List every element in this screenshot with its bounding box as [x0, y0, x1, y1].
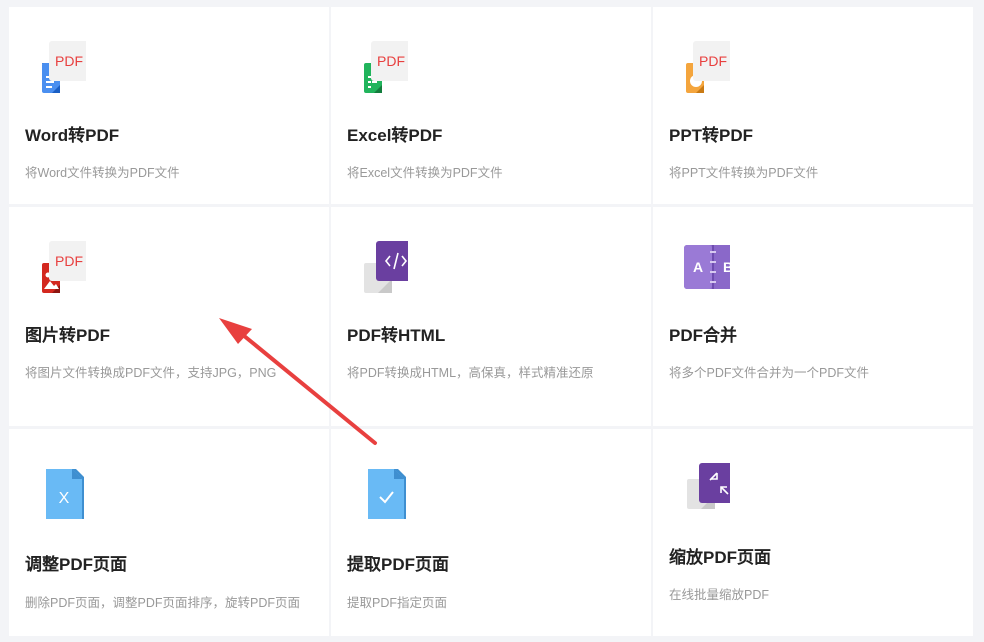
tool-card-pdf-merge[interactable]: A B PDF合并 将多个PDF文件合并为一个PDF文件: [653, 207, 973, 426]
excel-to-pdf-icon: PDF: [348, 41, 411, 101]
extract-pdf-pages-icon: [348, 465, 408, 525]
tool-title: PDF合并: [669, 326, 737, 345]
tool-card-image-to-pdf[interactable]: PDF 图片转PDF 将图片文件转换成PDF文件，支持JPG，PNG: [9, 207, 329, 426]
tool-title: 缩放PDF页面: [669, 548, 771, 567]
letter-b: B: [723, 259, 730, 275]
tool-description: 提取PDF指定页面: [347, 596, 448, 610]
ppt-to-pdf-icon: PDF: [670, 41, 733, 101]
tool-description: 删除PDF页面，调整PDF页面排序，旋转PDF页面: [25, 596, 301, 610]
pdf-badge-text: PDF: [377, 53, 405, 69]
tool-title: PPT转PDF: [669, 126, 754, 145]
word-to-pdf-icon: PDF: [26, 41, 89, 101]
letter-x: X: [59, 490, 70, 507]
tool-description: 在线批量缩放PDF: [669, 588, 770, 602]
tool-title: Excel转PDF: [347, 126, 443, 145]
tool-title: 图片转PDF: [25, 326, 110, 345]
tool-description: 将Word文件转换为PDF文件: [25, 166, 180, 180]
tool-card-pdf-to-html[interactable]: PDF转HTML 将PDF转换成HTML，高保真，样式精准还原: [331, 207, 651, 426]
tool-card-extract-pdf-pages[interactable]: 提取PDF页面 提取PDF指定页面: [331, 429, 651, 636]
pdf-badge-text: PDF: [55, 253, 83, 269]
pdf-badge-text: PDF: [55, 53, 83, 69]
tool-title: 提取PDF页面: [347, 555, 449, 574]
tool-description: 将图片文件转换成PDF文件，支持JPG，PNG: [25, 366, 277, 380]
tool-title: 调整PDF页面: [25, 555, 127, 574]
tool-card-adjust-pdf-pages[interactable]: X 调整PDF页面 删除PDF页面，调整PDF页面排序，旋转PDF页面: [9, 429, 329, 636]
tool-card-word-to-pdf[interactable]: PDF Word转PDF 将Word文件转换为PDF文件: [9, 7, 329, 204]
tool-description: 将PPT文件转换为PDF文件: [669, 166, 819, 180]
tool-title: Word转PDF: [25, 126, 120, 145]
letter-a: A: [693, 259, 703, 275]
tool-title: PDF转HTML: [347, 326, 446, 345]
pdf-badge-text: PDF: [699, 53, 727, 69]
pdf-merge-icon: A B: [670, 241, 744, 301]
image-to-pdf-icon: PDF: [26, 241, 89, 301]
tool-card-scale-pdf-pages[interactable]: 缩放PDF页面 在线批量缩放PDF: [653, 429, 973, 636]
tool-card-ppt-to-pdf[interactable]: PDF PPT转PDF 将PPT文件转换为PDF文件: [653, 7, 973, 204]
tool-description: 将多个PDF文件合并为一个PDF文件: [669, 366, 870, 380]
tool-card-excel-to-pdf[interactable]: PDF Excel转PDF 将Excel文件转换为PDF文件: [331, 7, 651, 204]
tool-description: 将PDF转换成HTML，高保真，样式精准还原: [347, 366, 594, 380]
pdf-to-html-icon: [348, 241, 416, 301]
scale-pdf-pages-icon: [670, 457, 739, 517]
adjust-pdf-pages-icon: X: [26, 465, 86, 525]
tool-description: 将Excel文件转换为PDF文件: [347, 166, 503, 180]
